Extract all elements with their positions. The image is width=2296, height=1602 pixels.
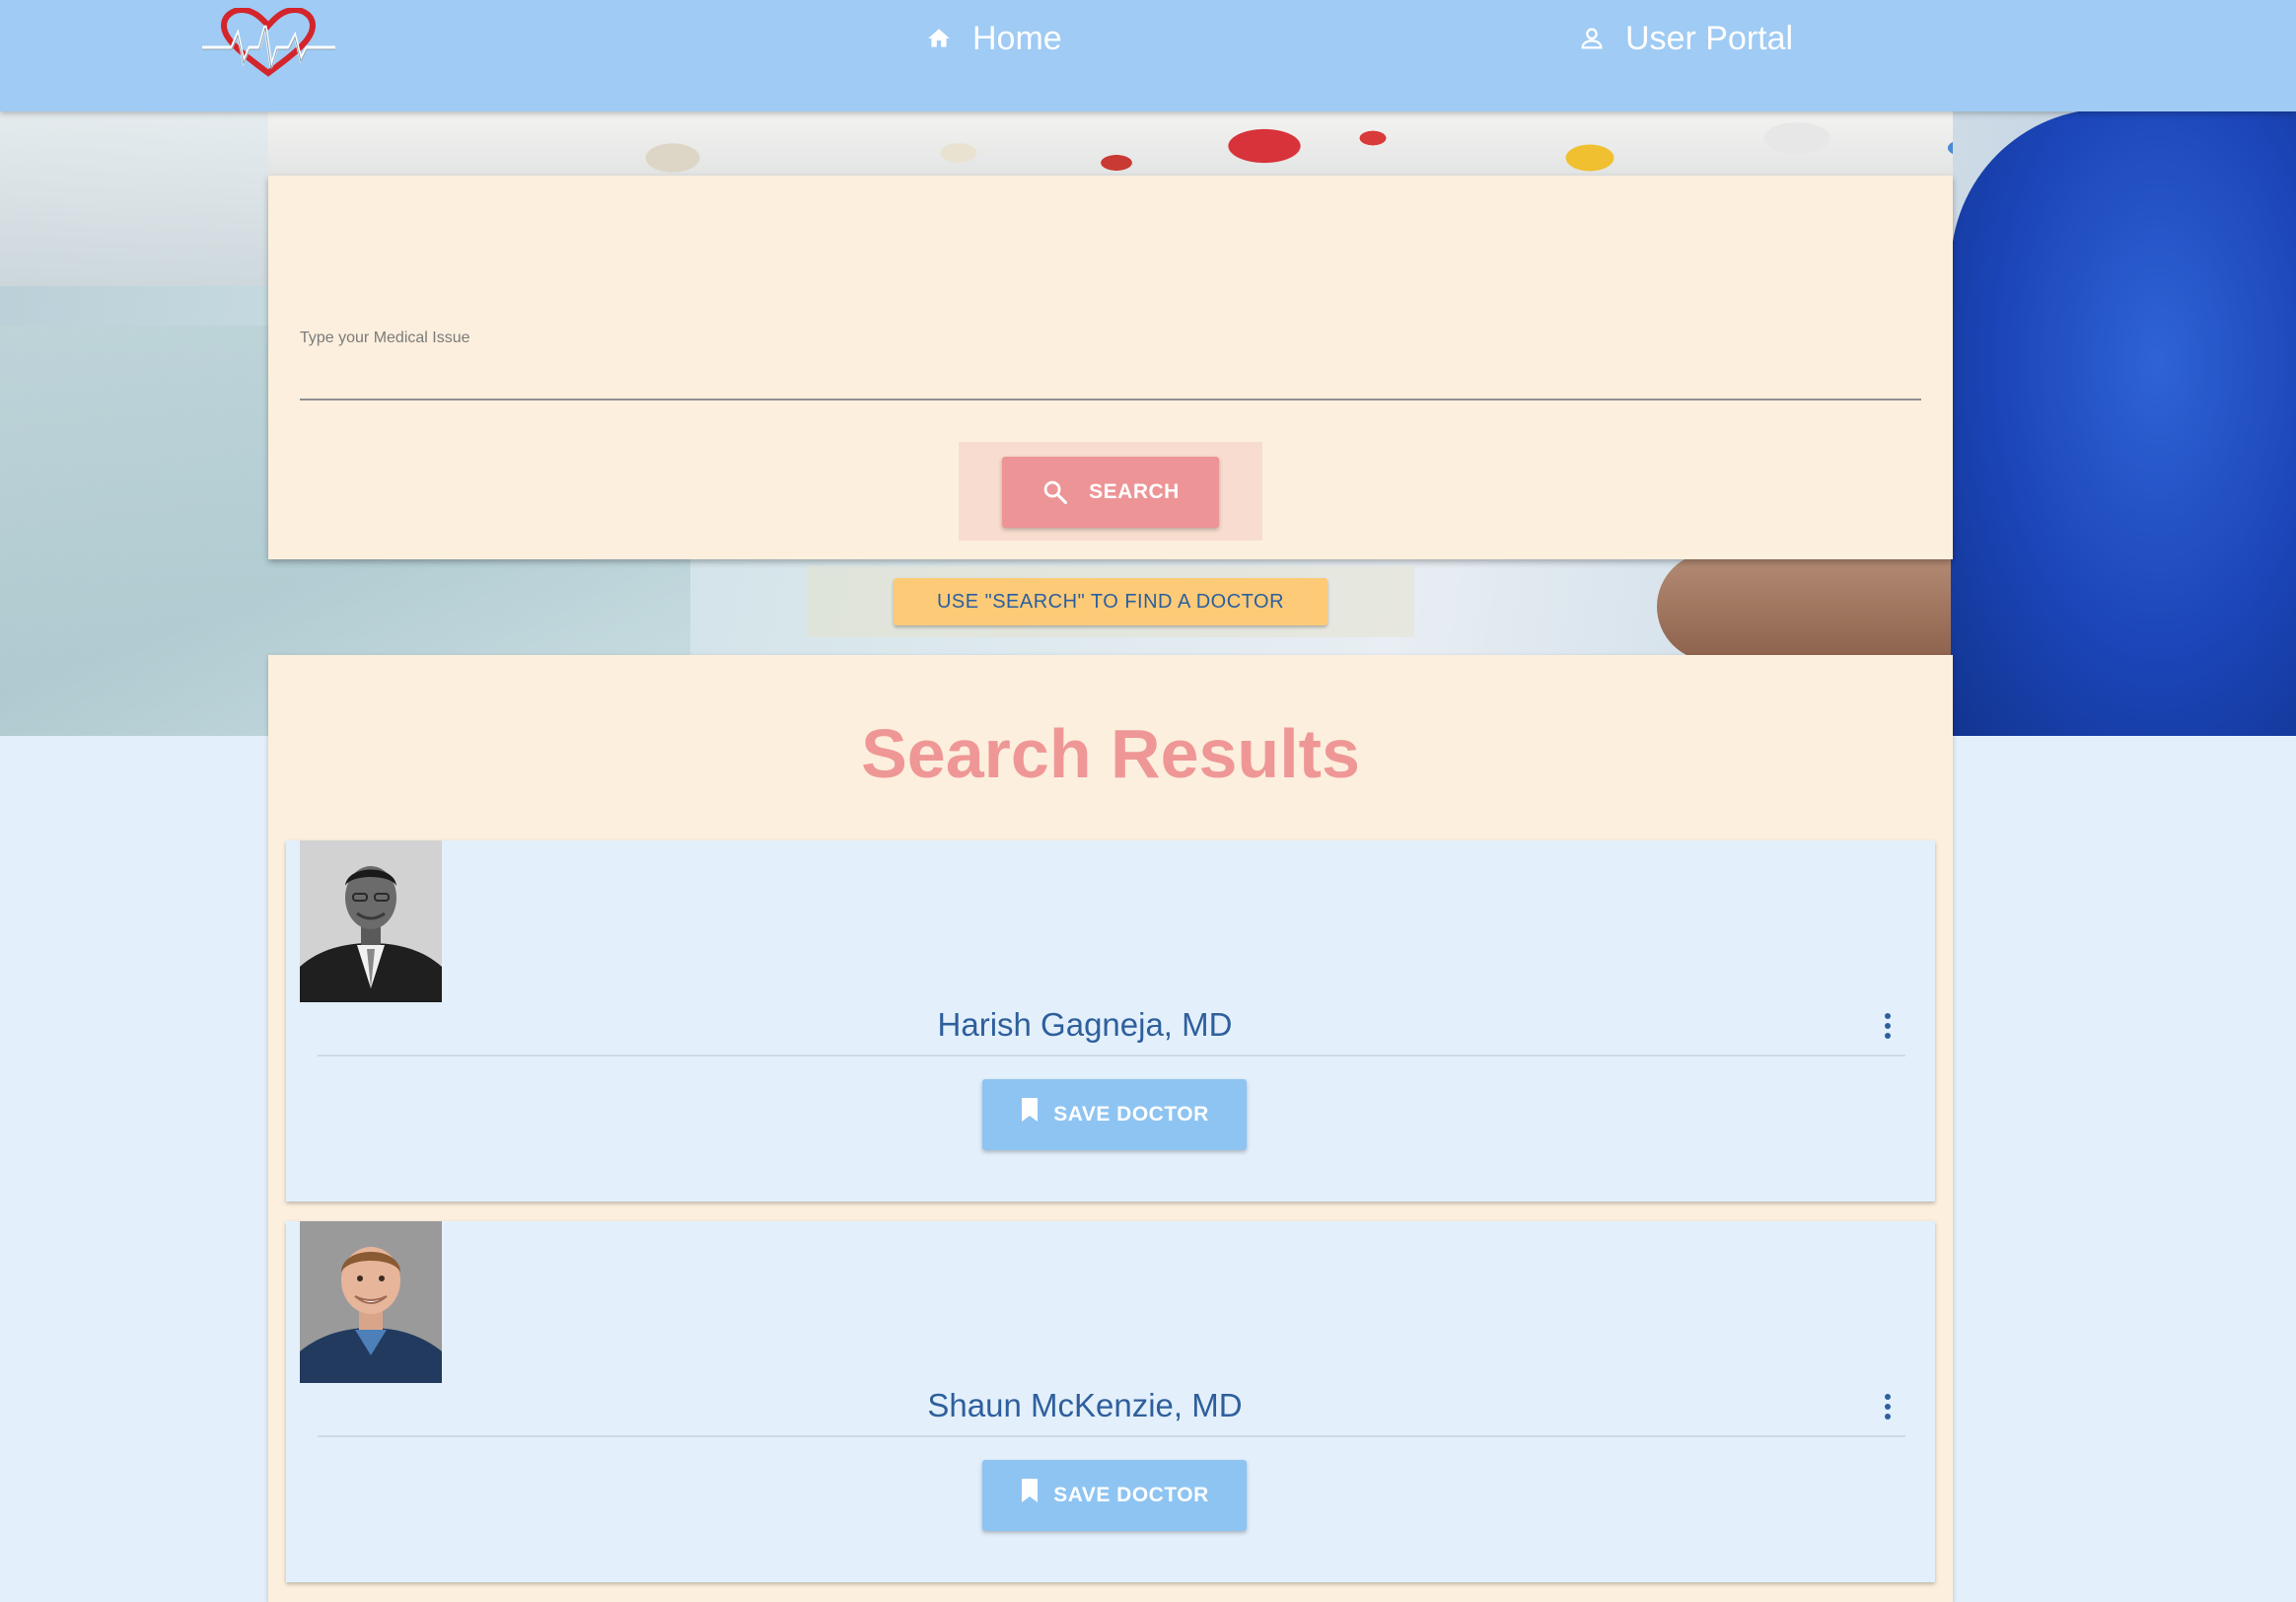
top-navbar: Home User Portal — [0, 0, 2296, 111]
search-button-label: SEARCH — [1089, 480, 1180, 503]
doctor-card: Shaun McKenzie, MD SAVE DOCTOR — [286, 1221, 1935, 1582]
card-divider — [318, 1055, 1905, 1056]
pills-banner — [268, 109, 1953, 178]
medical-issue-input[interactable] — [300, 351, 1921, 400]
card-divider — [318, 1435, 1905, 1437]
search-field-label: Type your Medical Issue — [300, 329, 470, 346]
heart-pulse-logo[interactable] — [202, 6, 335, 79]
hero-decor-arm — [1657, 552, 1982, 661]
save-doctor-button[interactable]: SAVE DOCTOR — [982, 1460, 1247, 1531]
bookmark-icon — [1022, 1098, 1039, 1122]
doctor-photo — [300, 1221, 442, 1383]
search-hint-button[interactable]: USE "SEARCH" TO FIND A DOCTOR — [894, 578, 1327, 625]
search-button-container: SEARCH — [959, 442, 1262, 541]
doctor-name[interactable]: Shaun McKenzie, MD — [286, 1387, 1884, 1424]
search-hint-container: USE "SEARCH" TO FIND A DOCTOR — [807, 566, 1414, 637]
more-vert-icon[interactable] — [1882, 1393, 1894, 1425]
results-title: Search Results — [861, 715, 1360, 792]
nav-user-portal[interactable]: User Portal — [1578, 16, 1793, 61]
nav-home-label: Home — [972, 19, 1062, 57]
search-card: Type your Medical Issue SEARCH — [268, 176, 1953, 559]
more-vert-icon[interactable] — [1882, 1012, 1894, 1045]
save-doctor-button[interactable]: SAVE DOCTOR — [982, 1079, 1247, 1150]
nav-user-portal-label: User Portal — [1625, 19, 1794, 57]
home-icon — [928, 29, 950, 47]
doctor-name[interactable]: Harish Gagneja, MD — [286, 1006, 1884, 1044]
search-hint-label: USE "SEARCH" TO FIND A DOCTOR — [936, 590, 1285, 613]
save-doctor-label: SAVE DOCTOR — [1053, 1103, 1209, 1126]
user-icon — [1581, 28, 1603, 49]
search-button[interactable]: SEARCH — [1002, 457, 1219, 528]
doctor-card: Harish Gagneja, MD SAVE DOCTOR — [286, 840, 1935, 1202]
doctor-photo — [300, 840, 442, 1002]
save-doctor-label: SAVE DOCTOR — [1053, 1484, 1209, 1506]
results-panel: Search Results Harish Gagneja, MD SAVE D… — [268, 655, 1953, 1602]
nav-home[interactable]: Home — [925, 16, 1062, 61]
bookmark-icon — [1022, 1479, 1039, 1502]
search-icon — [1043, 480, 1068, 505]
hero-decor-doctor — [1951, 109, 2296, 736]
